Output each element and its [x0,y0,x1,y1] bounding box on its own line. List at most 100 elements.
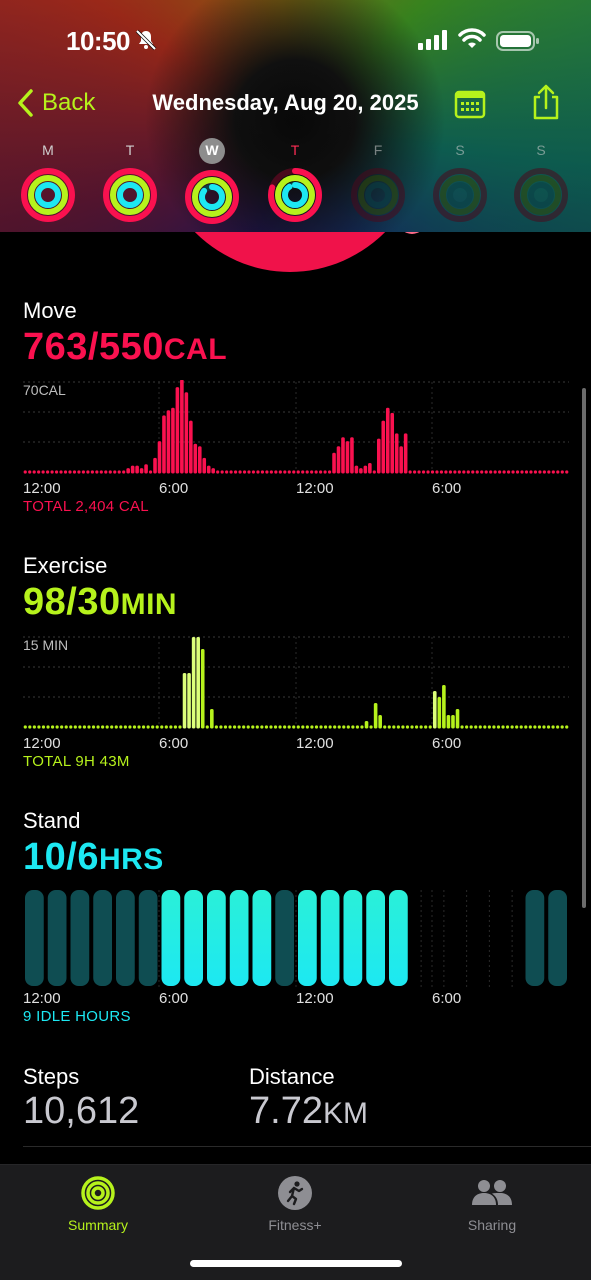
tab-fitness-plus[interactable]: Fitness+ [220,1175,370,1233]
distance-title: Distance [249,1064,335,1089]
data-dot [519,725,523,729]
data-dot [351,725,355,729]
data-dot [225,470,229,474]
data-dot [551,725,555,729]
header-background: 10:50 Back Wednesday, Aug 20, 2025 M T W… [0,0,591,232]
data-bar [363,465,368,474]
data-dot [510,725,514,729]
data-bar [196,637,200,729]
data-dot [439,470,444,474]
data-bar [332,452,336,474]
data-dot [355,725,360,729]
data-dot [28,470,32,474]
data-dot [122,470,126,474]
data-dot [274,470,278,474]
distance-value: 7.72KM [249,1090,368,1133]
move-scale-label: 70CAL [23,382,66,398]
day-6[interactable]: S [511,138,571,229]
data-dot [50,725,55,729]
data-bar [451,715,455,729]
stand-hour-idle [93,890,112,986]
ring-track [365,182,391,208]
stand-hour-active [366,890,385,986]
data-dot [465,725,469,729]
activity-rings-icon [21,168,75,222]
data-dot [430,470,435,474]
tab-sharing[interactable]: Sharing [417,1175,567,1233]
stand-value-number: 10/6 [23,836,99,878]
tab-fitness-plus-label: Fitness+ [268,1217,322,1233]
stand-hour-active [207,890,226,986]
data-dot [528,725,532,729]
data-dot [410,725,414,729]
data-dot [228,725,232,729]
data-dot [28,725,32,729]
data-dot [54,470,59,474]
data-dot [542,725,546,729]
stand-value: 10/6HRS [23,836,164,879]
data-dot [484,470,488,474]
data-dot [128,725,132,729]
scrollbar[interactable] [582,388,586,908]
stand-hour-active [184,890,203,986]
move-axis-label: 12:00 [23,480,61,497]
data-bar [211,468,216,474]
section-divider [23,1146,591,1147]
day-5[interactable]: S [430,138,490,229]
data-dot [565,725,569,729]
data-dot [372,470,376,474]
large-activity-ring [150,232,430,272]
share-icon[interactable] [530,84,562,120]
data-dot [506,470,511,474]
data-bar [376,438,381,474]
data-dot [489,470,493,474]
data-dot [524,725,528,729]
day-label: F [373,142,383,158]
data-dot [296,470,300,474]
day-2[interactable]: W [182,138,242,231]
data-dot [68,470,72,474]
data-bar [364,721,369,729]
summary-scroll-content[interactable]: Move 763/550CAL 70CAL 12:00 6:00 12:00 6… [0,232,591,1164]
data-dot [117,470,121,474]
data-bar [336,446,341,474]
stand-axis-label: 6:00 [159,990,189,1007]
data-bar [210,709,214,729]
exercise-total: TOTAL 9H 43M [23,753,130,770]
data-bar [144,464,148,474]
day-0[interactable]: M [18,138,78,229]
activity-rings-icon [433,168,487,222]
data-dot [81,470,86,474]
data-bar [187,673,191,729]
data-dot [515,725,519,729]
data-dot [538,470,542,474]
move-chart [23,380,569,476]
data-dot [533,725,537,729]
data-dot [556,470,560,474]
data-dot [60,725,64,729]
data-dot [328,725,332,729]
data-bar [197,446,202,474]
tab-summary[interactable]: Summary [23,1175,173,1233]
data-dot [360,725,364,729]
data-dot [542,470,546,474]
calendar-icon[interactable] [454,88,486,120]
exercise-axis-label: 6:00 [432,735,462,752]
data-dot [113,470,117,474]
day-3[interactable]: T [265,138,325,229]
home-indicator[interactable] [190,1260,402,1267]
day-1[interactable]: T [100,138,160,229]
data-dot [132,725,137,729]
data-bar [166,410,171,474]
data-dot [480,470,484,474]
data-dot [64,725,68,729]
stand-hour-idle [548,890,567,986]
stand-axis-label: 6:00 [432,990,462,1007]
data-bar [437,697,442,729]
data-dot [310,725,314,729]
data-bar [157,441,162,474]
day-4[interactable]: F [348,138,408,229]
data-dot [310,470,314,474]
data-bar [153,457,157,474]
data-dot [414,725,419,729]
